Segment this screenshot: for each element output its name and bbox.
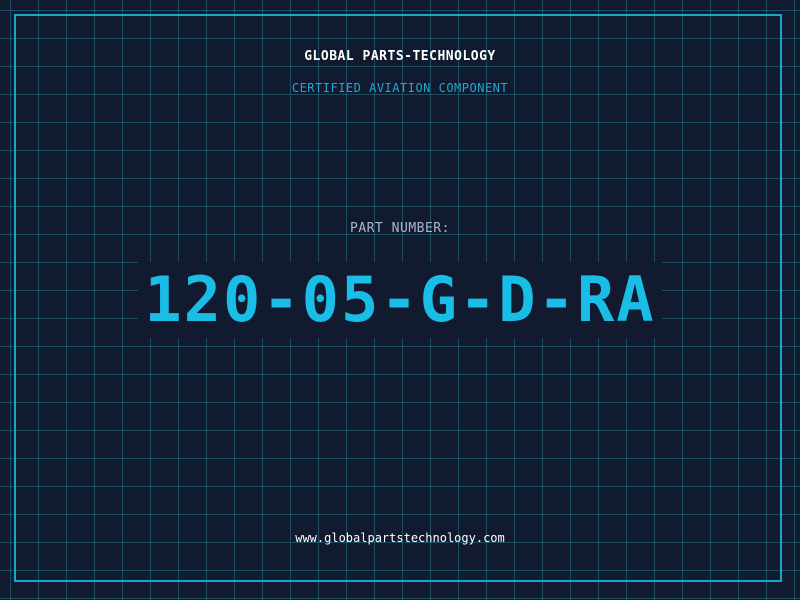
company-name: GLOBAL PARTS-TECHNOLOGY — [304, 49, 496, 64]
part-number-value: 120-05-G-D-RA — [138, 262, 662, 338]
tagline: CERTIFIED AVIATION COMPONENT — [291, 81, 509, 95]
part-number-label: PART NUMBER: — [350, 221, 450, 236]
website-url: www.globalpartstechnology.com — [295, 531, 505, 545]
part-number-container: 120-05-G-D-RA — [0, 262, 800, 338]
label-canvas: GLOBAL PARTS-TECHNOLOGY CERTIFIED AVIATI… — [0, 0, 800, 600]
